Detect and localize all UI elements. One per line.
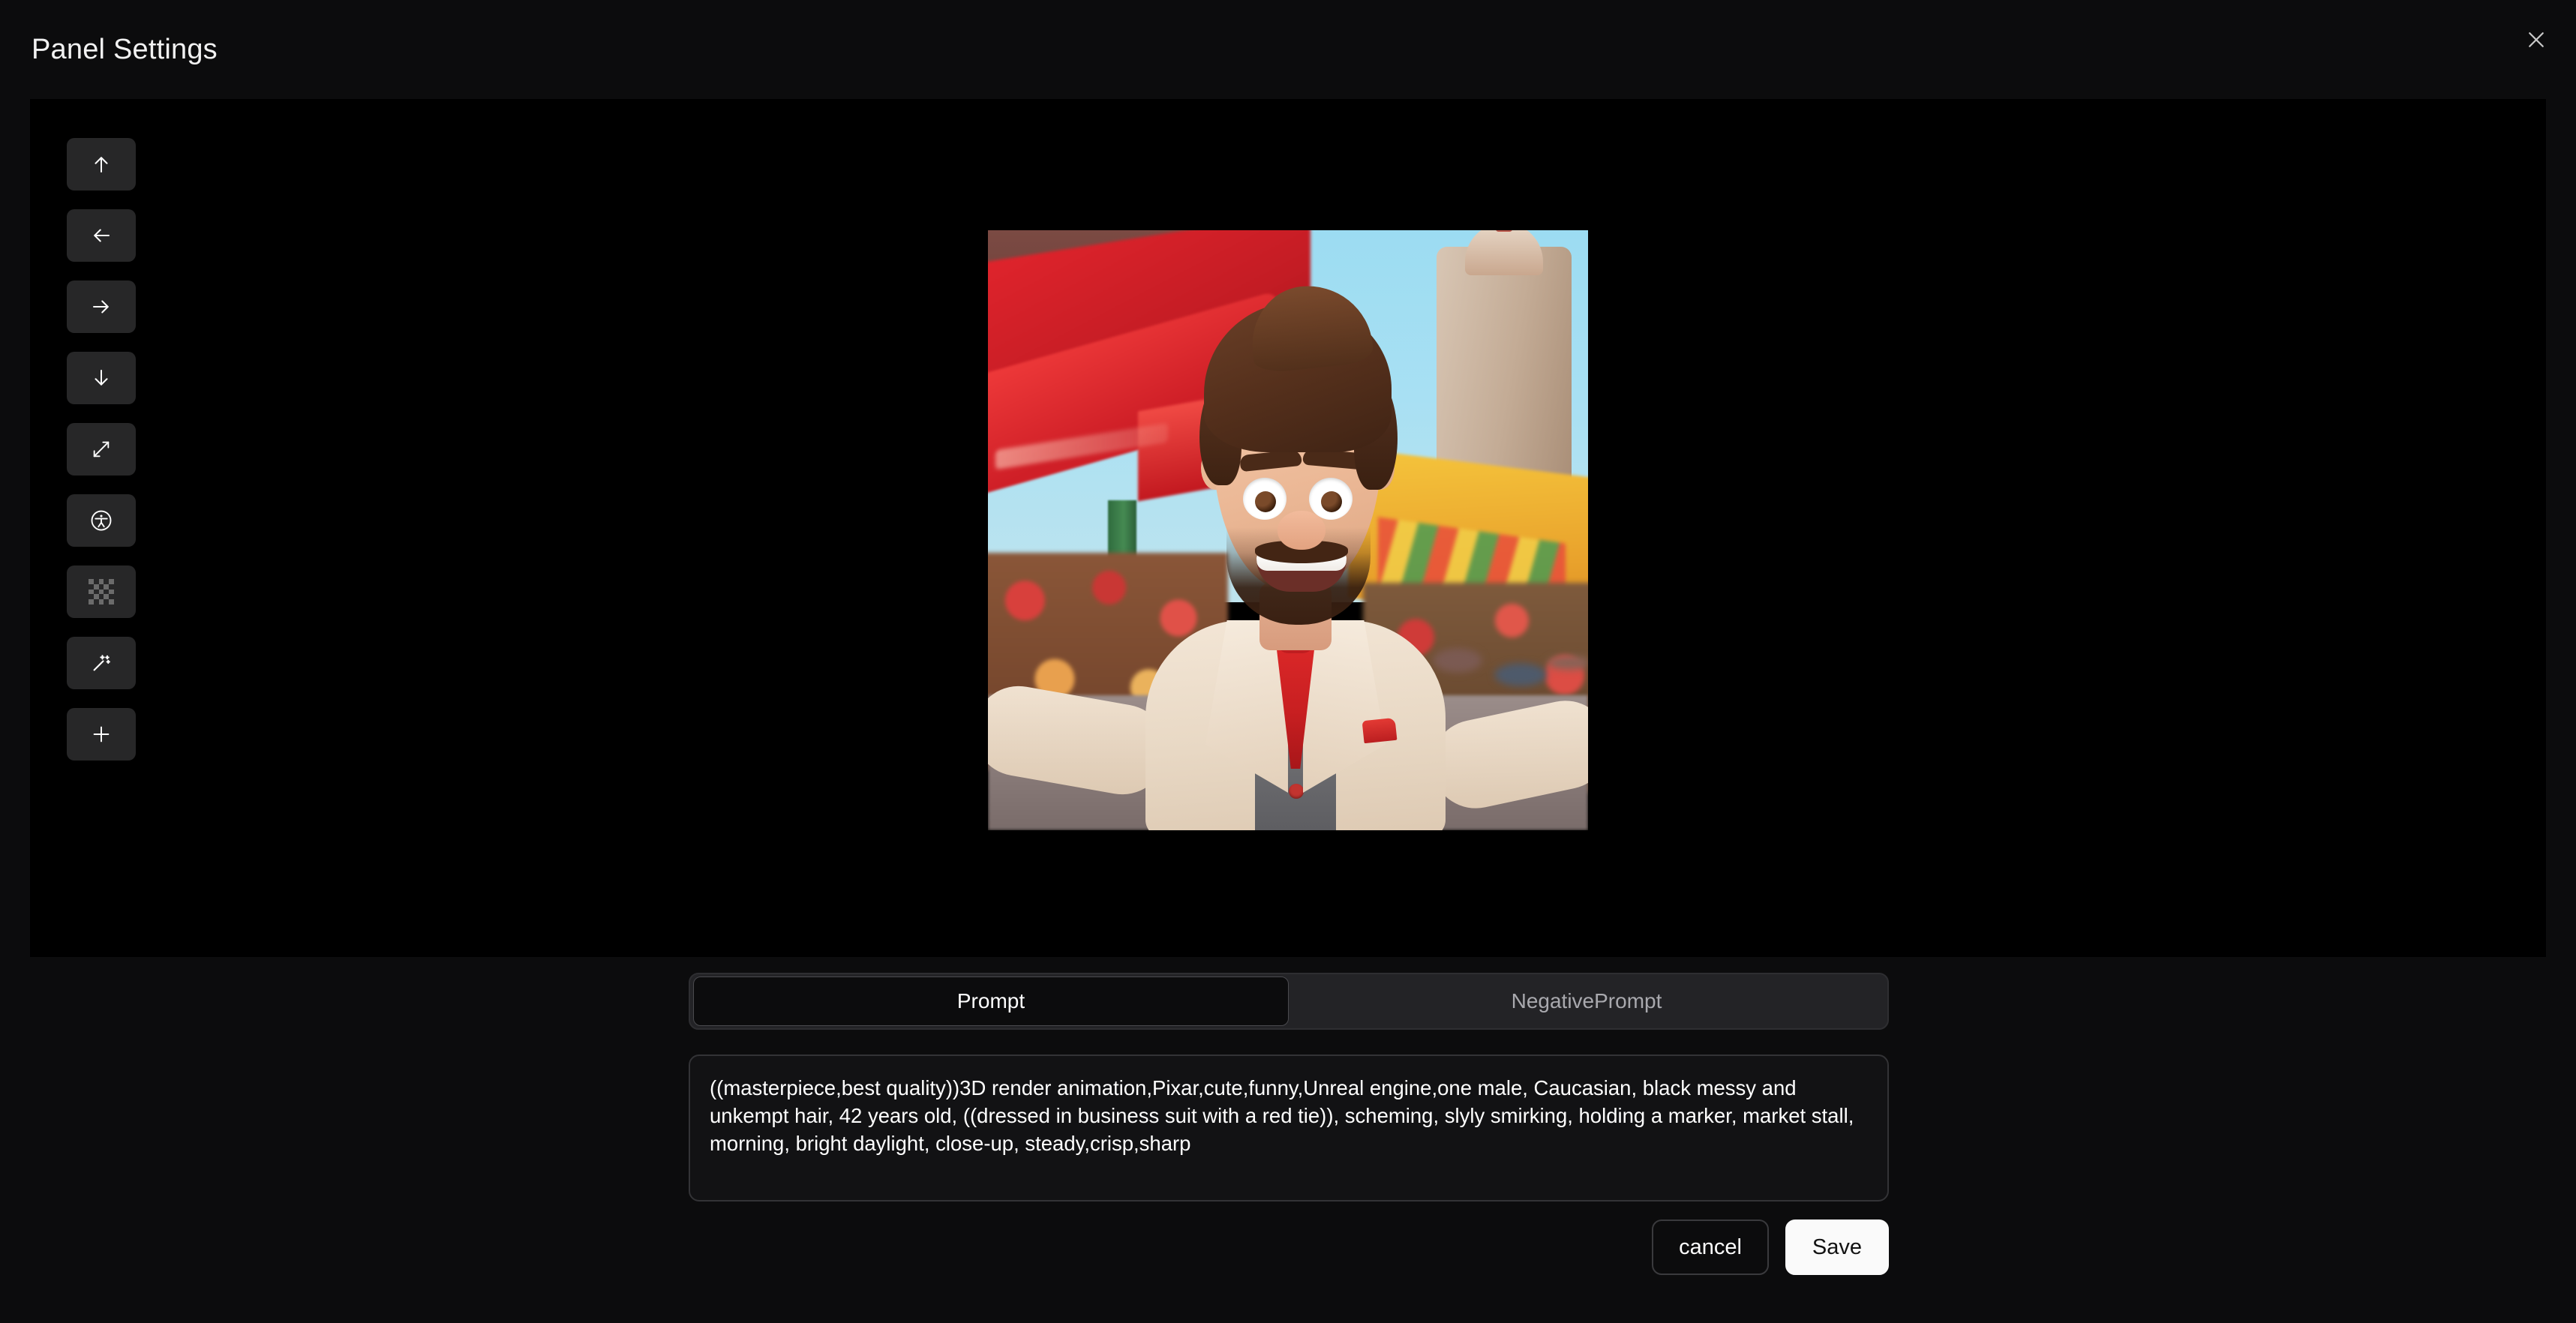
save-button[interactable]: Save — [1785, 1220, 1889, 1275]
arrow-right-icon — [90, 296, 113, 318]
form-actions: cancel Save — [689, 1220, 1889, 1275]
tool-button-move-up[interactable] — [67, 138, 136, 190]
canvas-stage[interactable] — [30, 99, 2546, 957]
arrow-up-icon — [90, 153, 113, 176]
close-button[interactable] — [2513, 16, 2559, 63]
tool-button-move-down[interactable] — [67, 352, 136, 404]
tool-rail — [67, 138, 136, 760]
plus-icon — [90, 723, 113, 746]
page-title: Panel Settings — [32, 34, 218, 65]
cancel-button[interactable]: cancel — [1652, 1220, 1769, 1275]
prompt-input[interactable] — [689, 1054, 1889, 1202]
tab-prompt[interactable]: Prompt — [693, 976, 1289, 1026]
checkerboard-icon — [89, 579, 114, 604]
expand-diagonal-icon — [91, 439, 112, 460]
dialog-header: Panel Settings — [0, 0, 2576, 99]
tool-button-move-right[interactable] — [67, 280, 136, 333]
tool-button-expand[interactable] — [67, 423, 136, 476]
tool-button-transparency[interactable] — [67, 566, 136, 618]
tool-button-move-left[interactable] — [67, 209, 136, 262]
prompt-form: Prompt NegativePrompt cancel Save — [0, 957, 2576, 1323]
arrow-down-icon — [90, 367, 113, 389]
preview-image[interactable] — [988, 230, 1588, 830]
arrow-left-icon — [90, 224, 113, 247]
tool-button-add[interactable] — [67, 708, 136, 760]
tab-negative-prompt[interactable]: NegativePrompt — [1289, 976, 1884, 1026]
generated-image — [988, 230, 1588, 830]
tool-button-magic[interactable] — [67, 637, 136, 689]
magic-wand-icon — [90, 652, 113, 674]
tool-button-accessibility[interactable] — [67, 494, 136, 547]
prompt-tab-bar: Prompt NegativePrompt — [689, 973, 1889, 1030]
close-icon — [2525, 28, 2547, 51]
accessibility-icon — [90, 509, 113, 532]
